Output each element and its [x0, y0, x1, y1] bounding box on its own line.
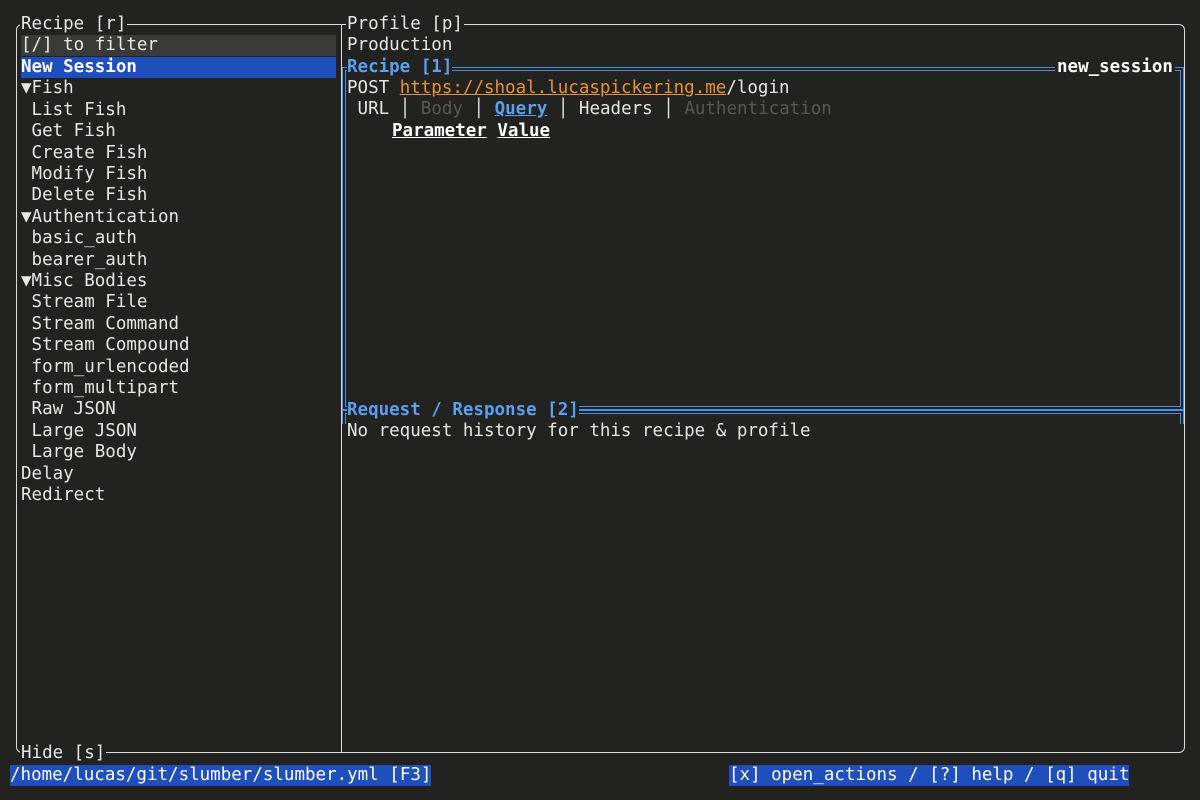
- recipe-item[interactable]: Large Body: [21, 442, 336, 463]
- recipe-id-label: new_session: [1055, 57, 1175, 79]
- response-pane-title[interactable]: Request / Response [2]: [347, 400, 579, 422]
- recipe-item[interactable]: Stream Compound: [21, 335, 336, 356]
- recipe-tabs: URL │ Body │ Query │ Headers │ Authentic…: [357, 99, 832, 119]
- sidebar-title[interactable]: Recipe [r]: [20, 14, 128, 36]
- query-table-header: Parameter Value: [392, 121, 550, 142]
- tab-headers[interactable]: Headers: [579, 99, 653, 119]
- column-header-parameter: Parameter: [392, 121, 487, 141]
- slumber-tui-window: Recipe [r] Profile [p] Hide [s] [/] to f…: [0, 0, 1200, 800]
- recipe-item[interactable]: Delete Fish: [21, 185, 336, 206]
- recipe-folder[interactable]: ▼Authentication: [21, 207, 336, 228]
- tab-query[interactable]: Query: [495, 99, 548, 119]
- url-base-link[interactable]: https://shoal.lucaspickering.me: [400, 78, 727, 98]
- response-empty-message: No request history for this recipe & pro…: [347, 421, 811, 441]
- tab-body[interactable]: Body: [421, 99, 463, 119]
- recipe-pane-title[interactable]: Recipe [1]: [347, 57, 453, 79]
- recipe-folder[interactable]: ▼Misc Bodies: [21, 271, 336, 292]
- recipe-folder[interactable]: ▼Fish: [21, 78, 336, 99]
- recipe-item[interactable]: bearer_auth: [21, 250, 336, 271]
- keyboard-shortcuts-hint: [x] open_actions / [?] help / [q] quit: [729, 765, 1130, 787]
- recipe-item[interactable]: form_multipart: [21, 378, 336, 399]
- recipe-filter-input[interactable]: [/] to filter: [21, 35, 336, 57]
- recipe-item[interactable]: Modify Fish: [21, 164, 336, 185]
- recipe-item[interactable]: Redirect: [21, 485, 336, 506]
- tab-authentication[interactable]: Authentication: [684, 99, 832, 119]
- recipe-item[interactable]: New Session: [21, 57, 336, 79]
- recipe-item[interactable]: Get Fish: [21, 121, 336, 142]
- url-path: /login: [726, 78, 790, 98]
- recipe-item[interactable]: Stream Command: [21, 314, 336, 335]
- request-line: POST https://shoal.lucaspickering.me/log…: [347, 78, 790, 99]
- recipe-item[interactable]: List Fish: [21, 100, 336, 121]
- recipe-item[interactable]: Raw JSON: [21, 399, 336, 420]
- recipe-item[interactable]: Delay: [21, 464, 336, 485]
- recipe-item[interactable]: Large JSON: [21, 421, 336, 442]
- column-header-value: Value: [497, 121, 551, 141]
- profile-title[interactable]: Profile [p]: [346, 14, 464, 36]
- hide-sidebar-label[interactable]: Hide [s]: [20, 743, 107, 765]
- recipe-item[interactable]: Create Fish: [21, 143, 336, 164]
- http-method: POST: [347, 78, 390, 98]
- profile-value[interactable]: Production: [347, 35, 452, 56]
- recipe-item[interactable]: form_urlencoded: [21, 357, 336, 378]
- tab-url[interactable]: URL: [358, 99, 390, 119]
- recipe-item[interactable]: Stream File: [21, 292, 336, 313]
- collection-file-path[interactable]: /home/lucas/git/slumber/slumber.yml [F3]: [10, 765, 432, 787]
- recipe-item[interactable]: basic_auth: [21, 228, 336, 249]
